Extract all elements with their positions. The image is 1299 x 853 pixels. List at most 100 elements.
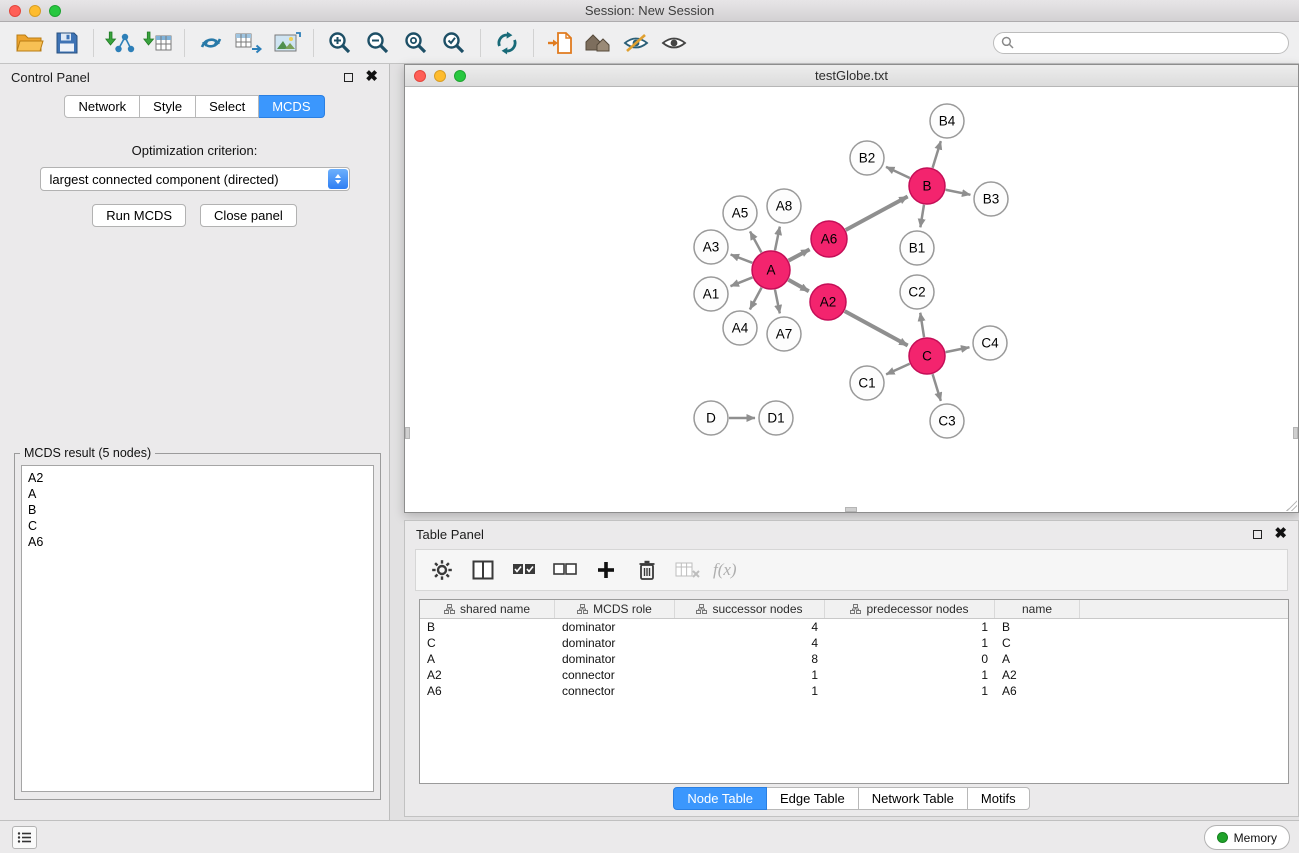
export-image-button[interactable] [268,26,306,60]
column-header-name[interactable]: name [995,600,1080,618]
criterion-dropdown[interactable]: largest connected component (directed) [40,167,350,191]
graph-node-A8[interactable]: A8 [767,189,801,223]
table-cell-mcds-role[interactable]: connector [555,683,675,699]
select-all-columns-button[interactable] [508,554,540,586]
table-cell-name[interactable]: A6 [995,683,1080,699]
refresh-view-button[interactable] [488,26,526,60]
close-panel-button[interactable]: Close panel [200,204,297,227]
graph-node-A7[interactable]: A7 [767,317,801,351]
graph-edge-B-B1[interactable] [920,205,924,228]
graph-node-A6[interactable]: A6 [811,221,847,257]
graph-node-A1[interactable]: A1 [694,277,728,311]
table-panel-close-icon[interactable]: ✖ [1274,529,1287,539]
mcds-result-item[interactable]: B [28,502,367,518]
column-header-successor-nodes[interactable]: successor nodes [675,600,825,618]
zoom-fit-button[interactable] [397,26,435,60]
home-button[interactable] [579,26,617,60]
unselect-all-columns-button[interactable] [549,554,581,586]
function-builder-button[interactable]: f(x) [713,554,737,586]
table-cell-shared-name[interactable]: C [420,635,555,651]
graph-edge-B-B2[interactable] [886,167,910,178]
minimize-window-button[interactable] [29,5,41,17]
table-tab-edge-table[interactable]: Edge Table [767,787,859,810]
canvas-right-resize-handle[interactable] [1293,427,1298,439]
import-network-from-file-button[interactable] [101,26,139,60]
table-cell-name[interactable]: A [995,651,1080,667]
mcds-result-list[interactable]: A2ABCA6 [21,465,374,792]
tab-style[interactable]: Style [140,95,196,118]
canvas-left-resize-handle[interactable] [405,427,410,439]
table-tab-motifs[interactable]: Motifs [968,787,1030,810]
graph-edge-A-A8[interactable] [775,227,780,251]
open-document-button[interactable] [541,26,579,60]
graph-node-A5[interactable]: A5 [723,196,757,230]
graph-node-A3[interactable]: A3 [694,230,728,264]
zoom-out-button[interactable] [359,26,397,60]
graph-edge-C-C3[interactable] [933,374,941,401]
graph-node-C4[interactable]: C4 [973,326,1007,360]
graph-edge-A-A3[interactable] [731,255,753,263]
graph-node-C[interactable]: C [909,338,945,374]
graph-node-A4[interactable]: A4 [723,311,757,345]
graph-node-D1[interactable]: D1 [759,401,793,435]
search-box[interactable] [993,32,1289,54]
table-cell-mcds-role[interactable]: dominator [555,651,675,667]
close-window-button[interactable] [9,5,21,17]
table-row[interactable]: Cdominator41C [420,635,1288,651]
table-cell-mcds-role[interactable]: dominator [555,619,675,635]
import-table-from-file-button[interactable] [139,26,177,60]
delete-table-button[interactable] [672,554,704,586]
apply-layout-button[interactable] [192,26,230,60]
table-cell-successor-nodes[interactable]: 8 [675,651,825,667]
run-mcds-button[interactable]: Run MCDS [92,204,186,227]
graph-node-C1[interactable]: C1 [850,366,884,400]
save-session-button[interactable] [48,26,86,60]
table-row[interactable]: A2connector11A2 [420,667,1288,683]
memory-button[interactable]: Memory [1204,825,1290,850]
show-columns-button[interactable] [467,554,499,586]
table-cell-successor-nodes[interactable]: 4 [675,635,825,651]
tab-select[interactable]: Select [196,95,259,118]
graph-node-B2[interactable]: B2 [850,141,884,175]
graph-edge-A2-C[interactable] [845,311,908,345]
graph-node-A2[interactable]: A2 [810,284,846,320]
canvas-bottom-resize-handle[interactable] [845,507,857,512]
table-cell-shared-name[interactable]: A2 [420,667,555,683]
network-graph[interactable]: AA6A2BCA1A3A4A5A7A8B1B2B3B4C1C2C3C4DD1 [405,87,1298,511]
graph-edge-C-C1[interactable] [886,364,910,375]
table-cell-predecessor-nodes[interactable]: 0 [825,651,995,667]
mcds-result-item[interactable]: A [28,486,367,502]
graph-edge-A6-B[interactable] [846,196,908,229]
table-cell-predecessor-nodes[interactable]: 1 [825,635,995,651]
table-cell-predecessor-nodes[interactable]: 1 [825,683,995,699]
create-column-button[interactable] [590,554,622,586]
control-panel-close-icon[interactable]: ✖ [365,72,378,82]
table-tab-network-table[interactable]: Network Table [859,787,968,810]
graph-node-D[interactable]: D [694,401,728,435]
table-cell-predecessor-nodes[interactable]: 1 [825,619,995,635]
mcds-result-item[interactable]: A2 [28,470,367,486]
table-cell-successor-nodes[interactable]: 1 [675,667,825,683]
table-tab-node-table[interactable]: Node Table [673,787,767,810]
graph-node-C2[interactable]: C2 [900,275,934,309]
graph-edge-A-A4[interactable] [750,288,762,310]
table-cell-successor-nodes[interactable]: 1 [675,683,825,699]
table-cell-shared-name[interactable]: B [420,619,555,635]
graph-edge-B-B4[interactable] [933,141,941,168]
control-panel-float-icon[interactable] [344,73,353,82]
table-cell-shared-name[interactable]: A6 [420,683,555,699]
column-header-shared-name[interactable]: shared name [420,600,555,618]
task-history-button[interactable] [12,826,37,849]
network-close-button[interactable] [414,70,426,82]
tab-mcds[interactable]: MCDS [259,95,324,118]
table-cell-shared-name[interactable]: A [420,651,555,667]
mcds-result-item[interactable]: A6 [28,534,367,550]
graph-node-B3[interactable]: B3 [974,182,1008,216]
graph-edge-A-A6[interactable] [789,249,810,260]
network-zoom-button[interactable] [454,70,466,82]
column-header-mcds-role[interactable]: MCDS role [555,600,675,618]
table-cell-name[interactable]: A2 [995,667,1080,683]
zoom-window-button[interactable] [49,5,61,17]
graph-edge-A-A2[interactable] [788,280,808,291]
tab-network[interactable]: Network [64,95,140,118]
